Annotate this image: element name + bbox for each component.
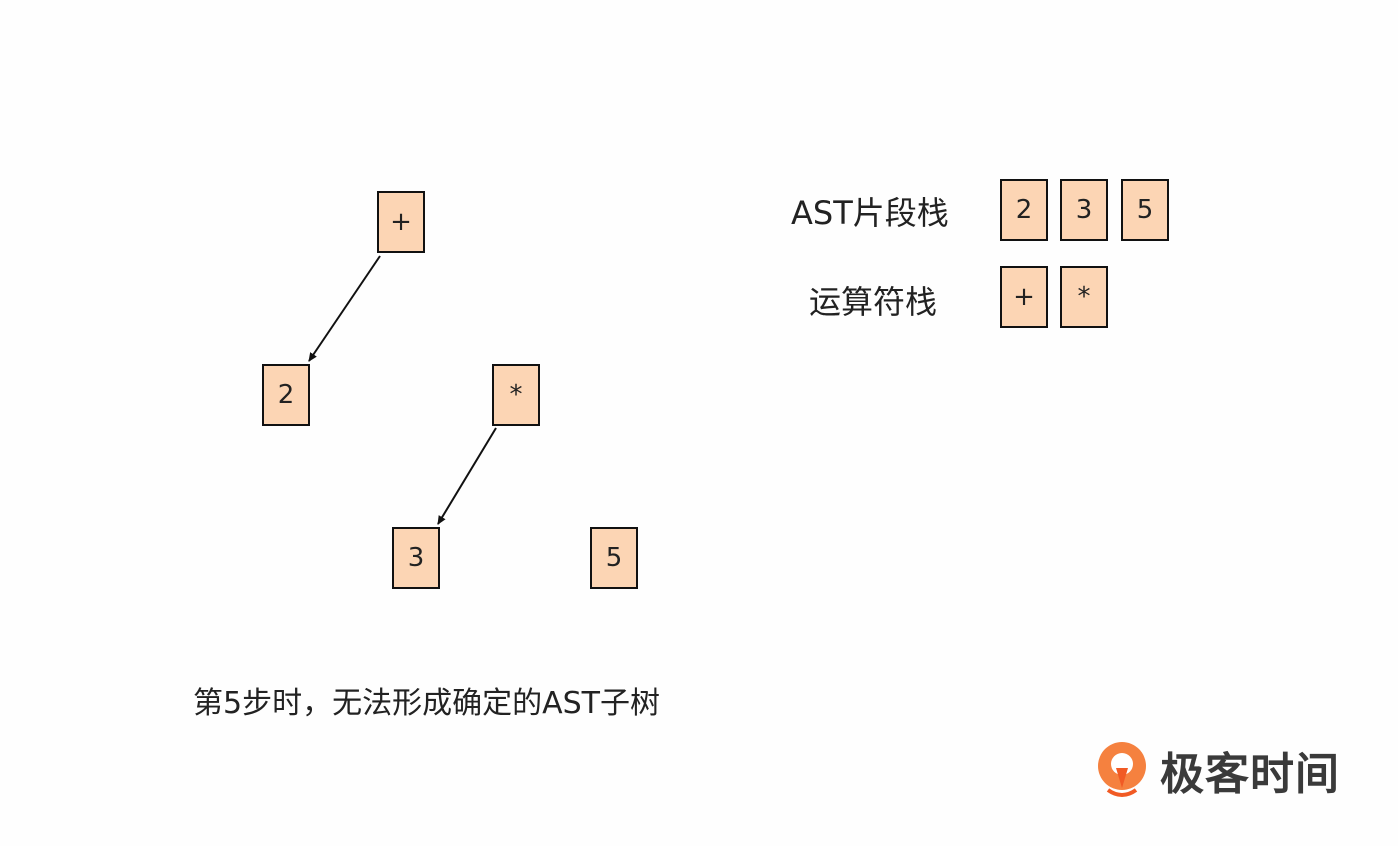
ast-stack-item: 3 [1060,179,1108,241]
operator-stack-item: * [1060,266,1108,328]
diagram-canvas: + 2 * 3 5 AST片段栈 2 3 5 运算符栈 + * 第5步时，无法形… [0,0,1398,846]
operator-stack-item: + [1000,266,1048,328]
operator-stack-label: 运算符栈 [809,283,938,321]
tree-node-3: 3 [392,527,440,589]
tree-node-5: 5 [590,527,638,589]
ast-stack-item: 5 [1121,179,1169,241]
diagram-caption: 第5步时，无法形成确定的AST子树 [193,686,660,721]
ast-stack-label: AST片段栈 [791,194,949,232]
tree-node-plus: + [377,191,425,253]
edge-plus-to-2 [308,255,381,362]
geektime-logo-icon [1098,742,1146,797]
geektime-logo: 极客时间 [1096,738,1340,802]
tree-node-2: 2 [262,364,310,426]
tree-node-star: * [492,364,540,426]
edge-star-to-3 [437,427,497,525]
logo-text: 极客时间 [1160,749,1340,800]
ast-stack-item: 2 [1000,179,1048,241]
